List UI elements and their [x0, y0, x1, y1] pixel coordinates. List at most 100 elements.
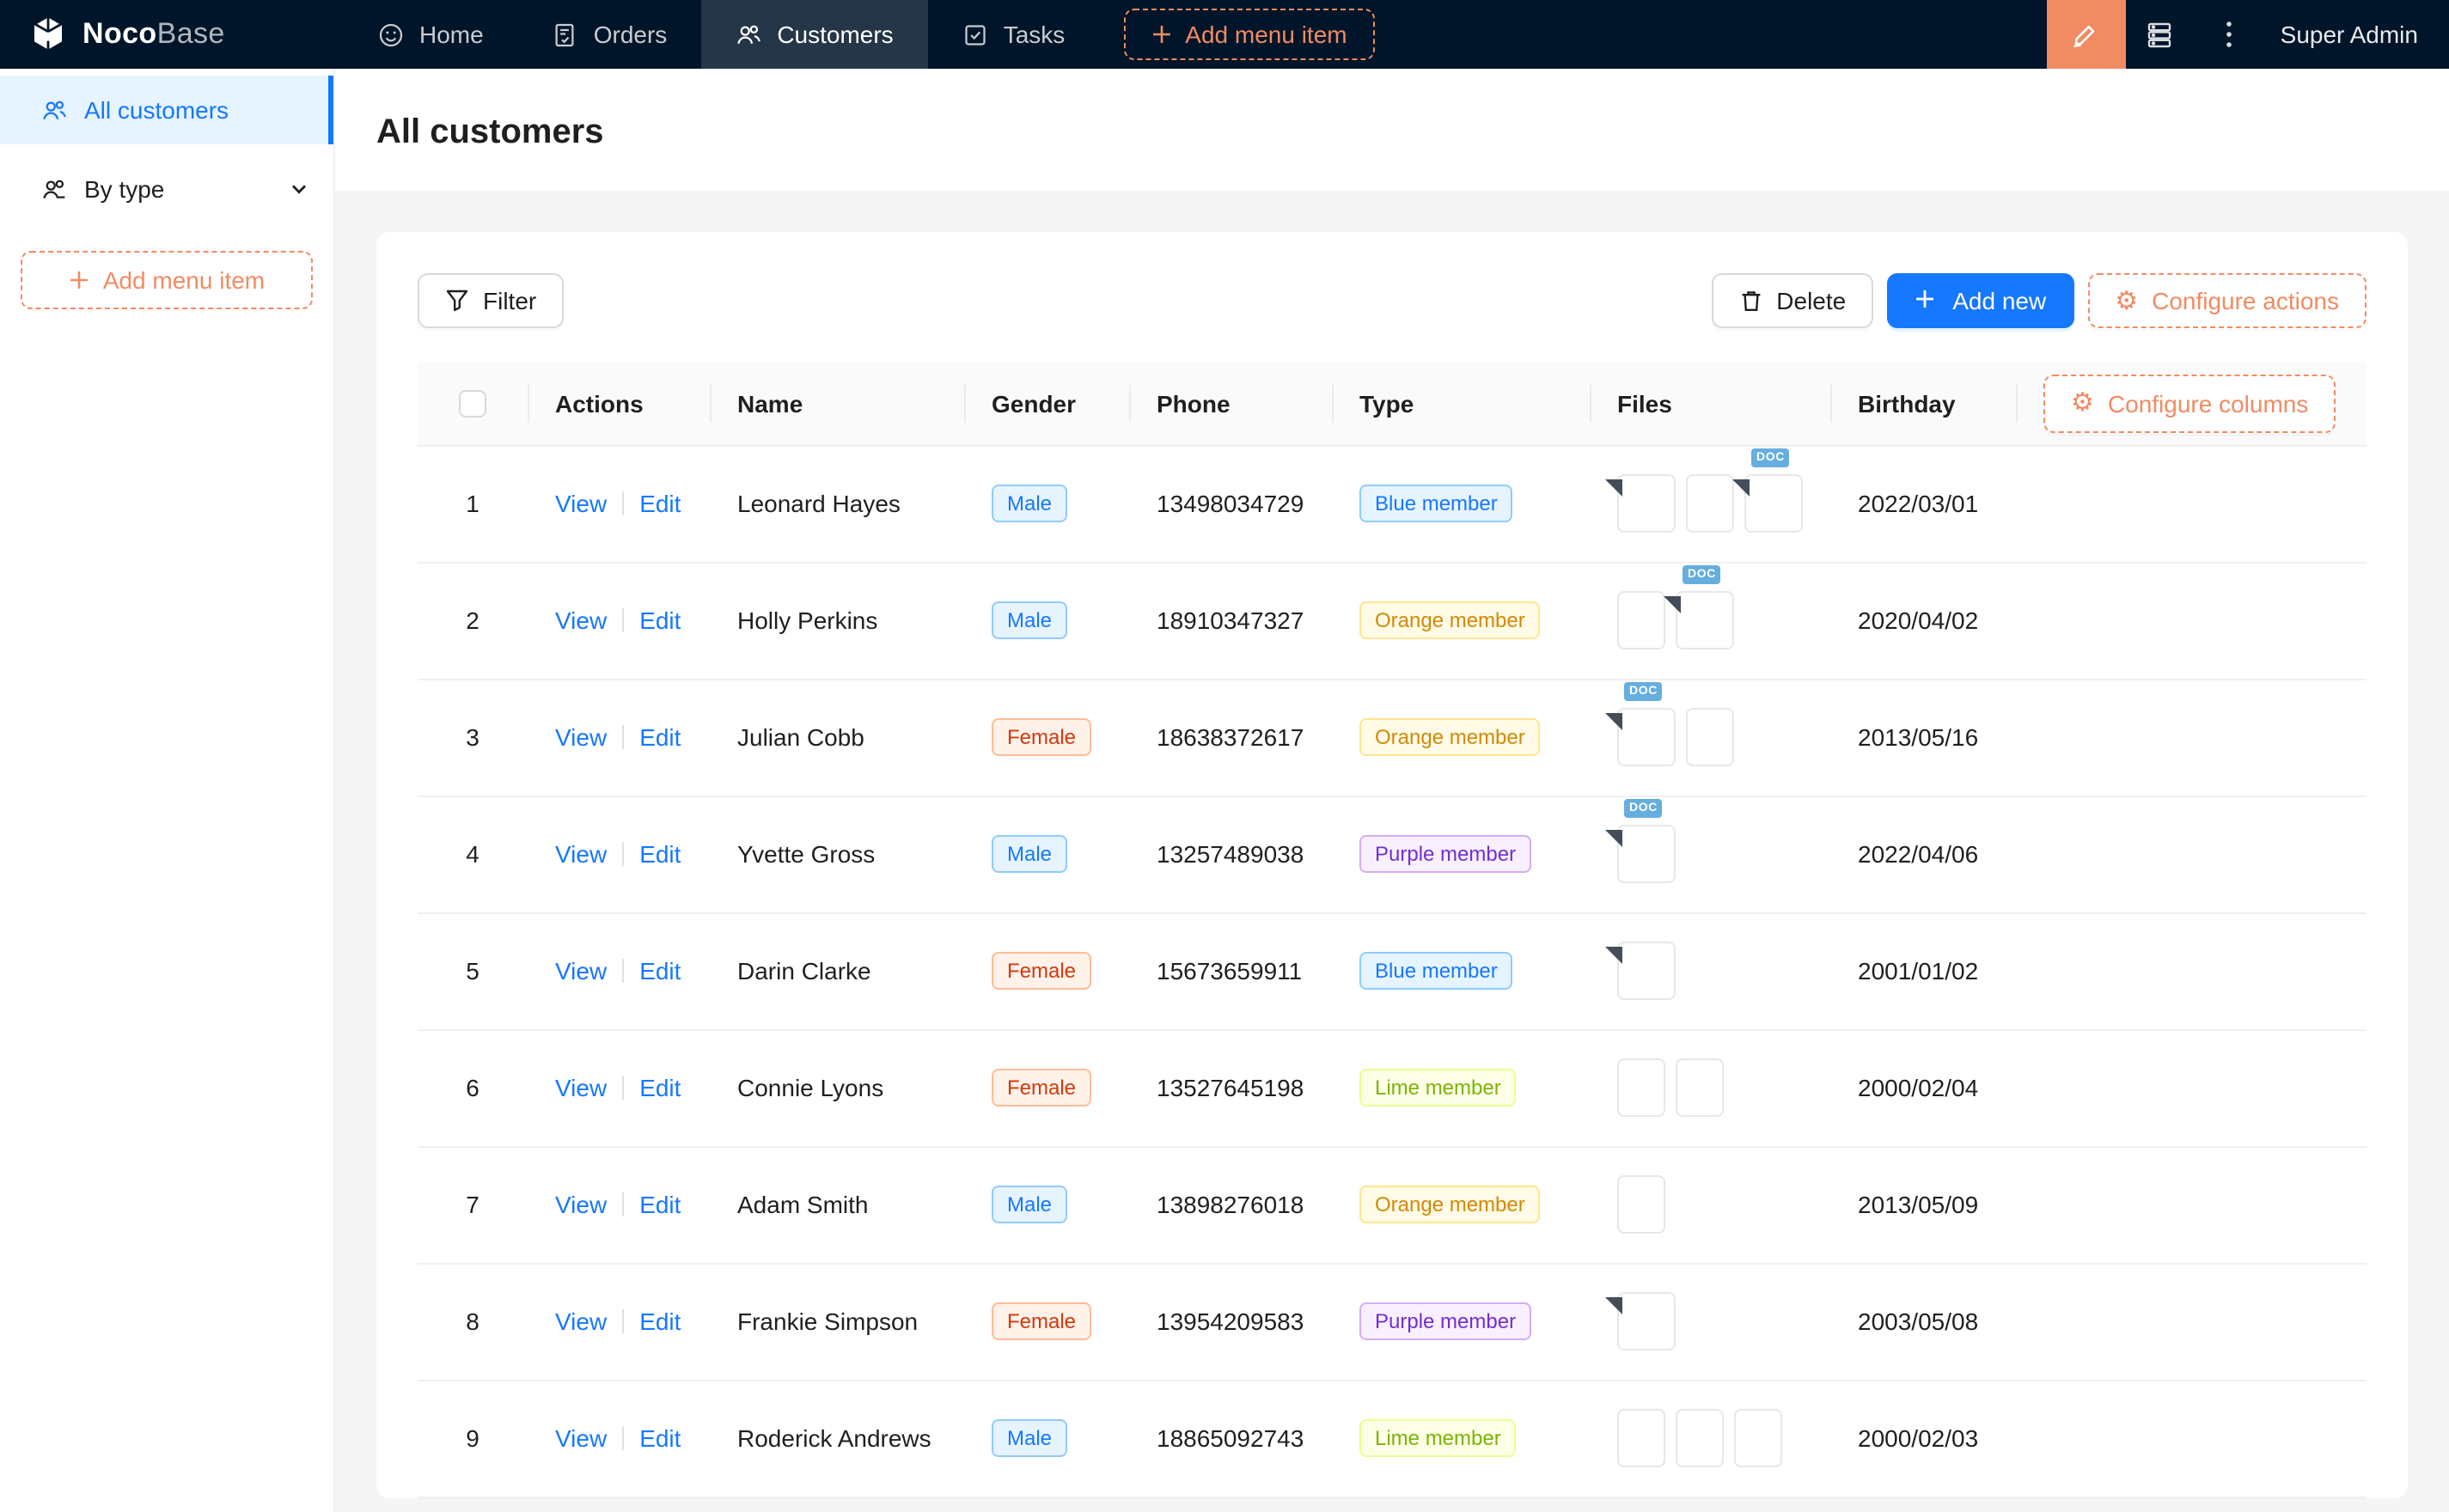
delete-button[interactable]: Delete [1711, 273, 1873, 328]
add-new-button[interactable]: Add new [1887, 273, 2073, 328]
sidebar-add-menu-item-button[interactable]: Add menu item [21, 251, 313, 309]
files-group [1617, 1409, 1803, 1467]
sidebar-item-label: By type [84, 175, 164, 203]
type-tag: Orange member [1359, 601, 1541, 639]
row-index: 2 [466, 607, 479, 634]
top-navbar: NocoBase Home OrdersCustomersTasks Add me… [0, 0, 2449, 69]
file-thumbnail-image[interactable] [1686, 474, 1734, 533]
column-header-actions: Actions [528, 363, 710, 445]
action-divider [622, 959, 624, 983]
customer-name: Roderick Andrews [737, 1424, 931, 1452]
server-icon [2146, 20, 2175, 49]
edit-link[interactable]: Edit [639, 840, 681, 868]
configure-columns-button[interactable]: ⚙ Configure columns [2043, 375, 2336, 433]
column-header-gender: Gender [964, 363, 1129, 445]
birthday-value: 2020/04/02 [1858, 607, 1978, 634]
file-thumbnail-image[interactable] [1617, 1058, 1665, 1117]
logo-cube-icon [27, 14, 69, 55]
sidebar-item-by-type[interactable]: By type [0, 155, 333, 223]
more-menu-button[interactable] [2195, 0, 2263, 69]
edit-link[interactable]: Edit [639, 723, 681, 751]
file-thumbnail-image[interactable] [1676, 1409, 1724, 1467]
view-link[interactable]: View [555, 957, 607, 985]
view-link[interactable]: View [555, 723, 607, 751]
table-row: 7 ViewEdit Adam Smith Male 13898276018 O… [418, 1146, 2367, 1263]
row-index: 1 [466, 490, 479, 517]
files-group: DOC [1617, 591, 1803, 649]
configure-actions-button[interactable]: ⚙ Configure actions [2087, 273, 2367, 328]
row-index: 8 [466, 1308, 479, 1335]
plus-icon [1151, 24, 1171, 45]
row-index: 4 [466, 840, 479, 868]
nav-item-customers[interactable]: Customers [701, 0, 927, 69]
file-thumbnail-doc[interactable]: DOC [1744, 474, 1803, 533]
user-menu[interactable]: Super Admin [2263, 21, 2449, 48]
nav-add-menu-item-label: Add menu item [1185, 21, 1347, 48]
view-link[interactable]: View [555, 1424, 607, 1452]
file-thumbnail-pdf[interactable] [1617, 942, 1676, 1000]
nav-add-menu-item-button[interactable]: Add menu item [1123, 9, 1374, 60]
file-thumbnail-image[interactable] [1617, 591, 1665, 649]
edit-link[interactable]: Edit [639, 490, 681, 517]
phone-value: 13257489038 [1157, 840, 1304, 868]
page-title: All customers [376, 113, 2408, 153]
edit-link[interactable]: Edit [639, 1074, 681, 1101]
gender-tag: Male [992, 485, 1067, 522]
view-link[interactable]: View [555, 1074, 607, 1101]
nav-item-tasks[interactable]: Tasks [928, 0, 1100, 69]
action-divider [622, 1076, 624, 1100]
select-all-checkbox[interactable] [459, 391, 486, 418]
filter-button[interactable]: Filter [418, 273, 564, 328]
view-link[interactable]: View [555, 1191, 607, 1218]
edit-link[interactable]: Edit [639, 957, 681, 985]
view-link[interactable]: View [555, 607, 607, 634]
edit-link[interactable]: Edit [639, 1308, 681, 1335]
view-link[interactable]: View [555, 490, 607, 517]
file-thumbnail-image[interactable] [1617, 1175, 1665, 1234]
view-link[interactable]: View [555, 840, 607, 868]
file-thumbnail-image[interactable] [1676, 1058, 1724, 1117]
file-thumbnail-pdf[interactable] [1617, 1292, 1676, 1350]
ui-editor-button[interactable] [2047, 0, 2126, 69]
nav-item-label: Home [419, 21, 484, 48]
file-thumbnail-image[interactable] [1734, 1409, 1782, 1467]
files-group: DOC [1617, 825, 1803, 883]
customers-table: Actions Name Gender Phone Type Files Bir… [418, 363, 2367, 1497]
column-header-files: Files [1590, 363, 1830, 445]
gear-icon: ⚙ [2115, 288, 2138, 314]
nav-item-orders[interactable]: Orders [518, 0, 702, 69]
table-row: 8 ViewEdit Frankie Simpson Female 139542… [418, 1263, 2367, 1380]
sidebar-item-label: All customers [84, 96, 229, 124]
file-thumbnail-doc[interactable]: DOC [1617, 825, 1676, 883]
sidebar-item-all-customers[interactable]: All customers [0, 76, 333, 144]
file-thumbnail-pdf[interactable] [1617, 474, 1676, 533]
birthday-value: 2022/03/01 [1858, 490, 1978, 517]
smile-icon [378, 21, 404, 47]
file-thumbnail-image[interactable] [1617, 1409, 1665, 1467]
edit-link[interactable]: Edit [639, 1191, 681, 1218]
phone-value: 18638372617 [1157, 723, 1304, 751]
edit-link[interactable]: Edit [639, 607, 681, 634]
data-sources-button[interactable] [2126, 0, 2195, 69]
gender-tag: Female [992, 718, 1091, 756]
files-group [1617, 942, 1803, 1000]
phone-value: 13527645198 [1157, 1074, 1304, 1101]
file-thumbnail-image[interactable] [1686, 708, 1734, 766]
nav-item-home[interactable]: Home [344, 0, 518, 69]
type-tag: Lime member [1359, 1069, 1517, 1107]
nocobase-logo[interactable]: NocoBase [0, 14, 344, 55]
action-divider [622, 842, 624, 866]
files-group [1617, 1058, 1803, 1117]
customer-name: Holly Perkins [737, 607, 877, 634]
nav-menu: Home OrdersCustomersTasks [344, 0, 1099, 69]
gender-tag: Male [992, 1419, 1067, 1457]
action-divider [622, 1192, 624, 1216]
plus-icon [69, 270, 89, 290]
birthday-value: 2022/04/06 [1858, 840, 1978, 868]
edit-link[interactable]: Edit [639, 1424, 681, 1452]
column-header-configure: ⚙ Configure columns [2016, 363, 2367, 445]
app: NocoBase Home OrdersCustomersTasks Add me… [0, 0, 2449, 1512]
file-thumbnail-doc[interactable]: DOC [1676, 591, 1734, 649]
file-thumbnail-doc[interactable]: DOC [1617, 708, 1676, 766]
view-link[interactable]: View [555, 1308, 607, 1335]
